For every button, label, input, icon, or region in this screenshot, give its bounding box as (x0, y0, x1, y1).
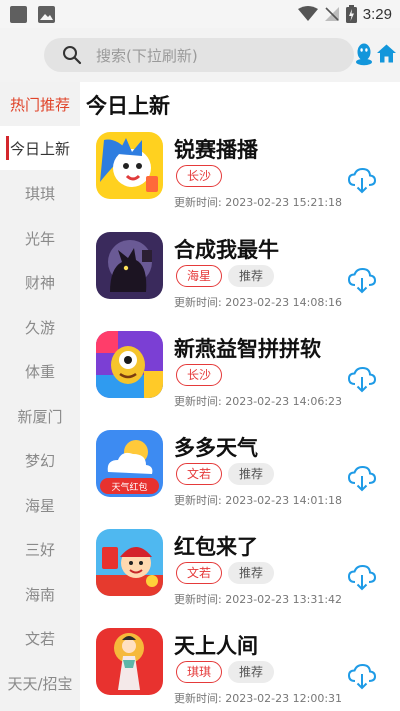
download-icon[interactable] (348, 466, 376, 492)
download-icon[interactable] (348, 268, 376, 294)
tag-channel: 海星 (176, 265, 223, 287)
search-input[interactable]: 搜索(下拉刷新) (96, 45, 198, 66)
sidebar-item-hainan[interactable]: 海南 (0, 572, 80, 616)
app-item[interactable]: 红包来了 文若 推荐 更新时间: 2023-02-23 13:31:42 (80, 529, 400, 629)
category-sidebar: 热门推荐 今日上新 琪琪 光年 财神 久游 体重 新厦门 梦幻 海星 三好 海南… (0, 82, 80, 711)
app-tags: 文若 推荐 (176, 562, 275, 584)
sidebar-item-xinxiamen[interactable]: 新厦门 (0, 394, 80, 438)
app-name: 锐赛播播 (174, 138, 258, 162)
app-icon-hongbaolaile (96, 529, 163, 596)
tag-channel: 琪琪 (176, 661, 223, 683)
app-item[interactable]: 天上人间 琪琪 推荐 更新时间: 2023-02-23 12:00:31 (80, 628, 400, 711)
sidebar-item-haixing[interactable]: 海星 (0, 483, 80, 527)
app-name: 合成我最牛 (174, 238, 279, 262)
sidebar-item-qiqi[interactable]: 琪琪 (0, 171, 80, 215)
app-name: 红包来了 (174, 535, 258, 559)
update-time: 更新时间: 2023-02-23 15:21:18 (174, 196, 343, 209)
sidebar-item-caishen[interactable]: 财神 (0, 260, 80, 304)
sidebar-item-new-today[interactable]: 今日上新 (0, 126, 80, 170)
tag-channel: 长沙 (176, 165, 223, 187)
app-icon-duoduotianqi: 天气红包 (96, 430, 163, 497)
image-notification-icon (38, 6, 55, 23)
sidebar-item-jiuyou[interactable]: 久游 (0, 305, 80, 349)
tag-channel: 文若 (176, 562, 223, 584)
app-item[interactable]: 合成我最牛 海星 推荐 更新时间: 2023-02-23 14:08:16 (80, 232, 400, 332)
app-tags: 长沙 (176, 364, 223, 386)
sidebar-item-guangnian[interactable]: 光年 (0, 216, 80, 260)
download-icon[interactable] (348, 565, 376, 591)
tag-recommend: 推荐 (228, 265, 275, 287)
app-name: 天上人间 (174, 634, 258, 658)
app-list: 今日上新 锐赛播播 长沙 更新时间: 2023-02-23 15:21:18 合… (80, 82, 400, 711)
download-icon[interactable] (348, 168, 376, 194)
tag-recommend: 推荐 (228, 463, 275, 485)
wifi-icon (297, 6, 318, 21)
home-icon[interactable] (376, 43, 397, 64)
app-name: 多多天气 (174, 436, 258, 460)
tag-recommend: 推荐 (228, 661, 275, 683)
app-icon-badge-text: 天气红包 (111, 481, 147, 493)
app-tags: 文若 推荐 (176, 463, 275, 485)
qq-icon[interactable] (354, 42, 374, 66)
update-time: 更新时间: 2023-02-23 14:01:18 (174, 494, 343, 507)
sidebar-item-tiantian[interactable]: 天天/招宝 (0, 661, 80, 705)
section-title: 今日上新 (86, 94, 170, 118)
search-icon (63, 46, 82, 65)
app-item[interactable]: 锐赛播播 长沙 更新时间: 2023-02-23 15:21:18 (80, 132, 400, 232)
sidebar-item-hot[interactable]: 热门推荐 (0, 82, 80, 126)
status-bar: 3:29 (0, 0, 400, 28)
top-bar: 搜索(下拉刷新) (0, 28, 400, 82)
tag-channel: 长沙 (176, 364, 223, 386)
update-time: 更新时间: 2023-02-23 14:08:16 (174, 296, 343, 309)
tag-recommend: 推荐 (228, 562, 275, 584)
tag-channel: 文若 (176, 463, 223, 485)
update-time: 更新时间: 2023-02-23 14:06:23 (174, 395, 343, 408)
app-tags: 琪琪 推荐 (176, 661, 275, 683)
app-icon-hechengwozuiniu (96, 232, 163, 299)
update-time: 更新时间: 2023-02-23 13:31:42 (174, 593, 343, 606)
download-icon[interactable] (348, 367, 376, 393)
app-notification-icon (10, 6, 27, 23)
app-item[interactable]: 天气红包 多多天气 文若 推荐 更新时间: 2023-02-23 14:01:1… (80, 430, 400, 530)
update-time: 更新时间: 2023-02-23 12:00:31 (174, 692, 343, 705)
battery-charging-icon (345, 5, 357, 23)
app-name: 新燕益智拼拼软 (174, 337, 321, 361)
app-icon-tianshangrenjian (96, 628, 163, 695)
search-box[interactable]: 搜索(下拉刷新) (44, 38, 354, 72)
app-icon-xinyanyizhi (96, 331, 163, 398)
no-signal-icon (324, 7, 339, 21)
sidebar-item-tizhong[interactable]: 体重 (0, 349, 80, 393)
clock: 3:29 (362, 5, 392, 23)
app-icon-ruisaibobo (96, 132, 163, 199)
sidebar-item-menghuan[interactable]: 梦幻 (0, 438, 80, 482)
download-icon[interactable] (348, 664, 376, 690)
sidebar-item-wenruo[interactable]: 文若 (0, 616, 80, 660)
app-item[interactable]: 新燕益智拼拼软 长沙 更新时间: 2023-02-23 14:06:23 (80, 331, 400, 431)
sidebar-item-sanhao[interactable]: 三好 (0, 527, 80, 571)
app-tags: 海星 推荐 (176, 265, 275, 287)
app-tags: 长沙 (176, 165, 223, 187)
